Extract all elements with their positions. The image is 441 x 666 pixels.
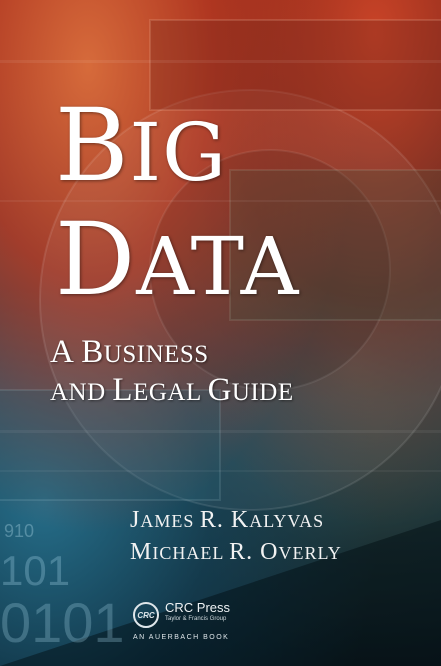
author-part: J (130, 507, 141, 533)
subtitle-part: AND (50, 379, 113, 406)
streak-1 (0, 60, 441, 63)
binary-digits-2: 101 (0, 547, 70, 594)
title-initial-2: D (55, 201, 137, 318)
subtitle-part: UIDE (231, 379, 294, 406)
publisher-name: CRC Press (165, 600, 231, 615)
imprint-label: AN AUERBACH BOOK (133, 634, 230, 641)
subtitle-part: USINESS (103, 341, 209, 368)
author-part: ICHAEL (152, 543, 230, 563)
subtitle-part: A B (50, 334, 104, 370)
subtitle-line-1: A BUSINESS (50, 336, 209, 369)
binary-digits-1: 910 (4, 521, 34, 541)
subtitle-line-2: AND LEGAL GUIDE (50, 374, 294, 407)
streak-4 (0, 470, 441, 472)
author-2: MICHAEL R. OVERLY (130, 540, 342, 564)
author-part: ALYVAS (249, 511, 325, 531)
title-rest-2: ATA (136, 220, 300, 313)
subtitle-part: L (112, 372, 134, 408)
title-rest-1: IG (129, 106, 228, 199)
author-part: R. K (199, 507, 250, 533)
title-initial-1: B (55, 87, 130, 204)
subtitle-part: G (207, 372, 232, 408)
title-line-1: BIG (55, 96, 227, 196)
binary-digits-3: 0101 (0, 591, 125, 654)
publisher-block: CRC CRC Press Taylor & Francis Group AN … (133, 598, 313, 648)
title-line-2: DATA (55, 210, 299, 310)
author-part: VERLY (278, 543, 342, 563)
subtitle-part: EGAL (133, 379, 208, 406)
streak-3 (0, 430, 441, 433)
author-1: JAMES R. KALYVAS (130, 508, 324, 532)
author-part: R. O (229, 539, 279, 565)
crc-logo-icon: CRC (133, 602, 159, 628)
author-part: AMES (140, 511, 200, 531)
publisher-group: Taylor & Francis Group (165, 616, 227, 622)
author-part: M (130, 539, 153, 565)
book-cover: 910 101 0101 BIG DATA A BUSINESS AND LEG… (0, 0, 441, 666)
